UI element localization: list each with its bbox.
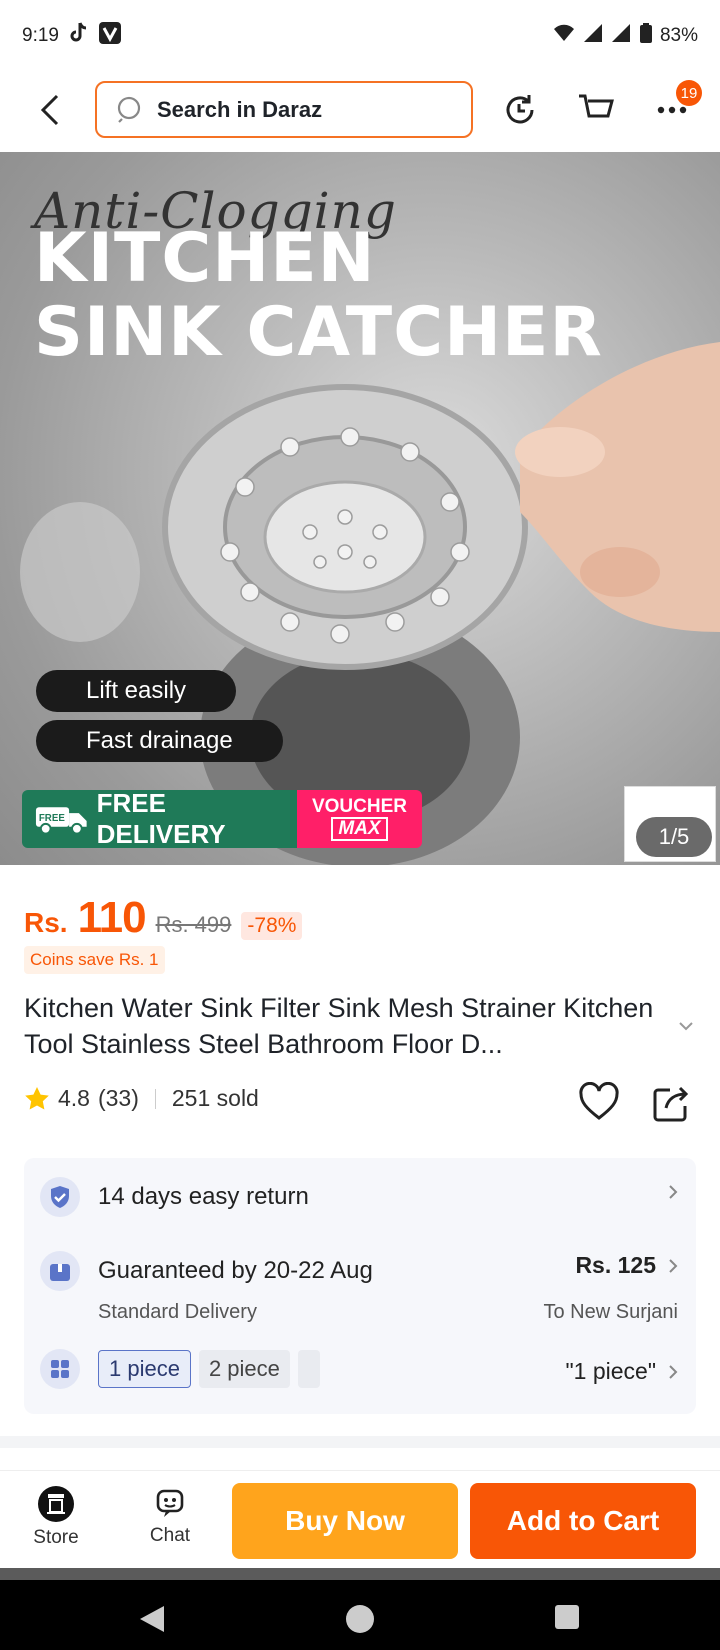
- hero-title-line1: KITCHEN: [34, 219, 376, 298]
- cart-icon: [579, 94, 614, 118]
- hero-title-line2: SINK CATCHER: [34, 293, 603, 372]
- price-currency: Rs.: [24, 907, 68, 938]
- cart-button[interactable]: [576, 90, 616, 130]
- chat-icon: [156, 1489, 184, 1517]
- return-policy-text: 14 days easy return: [98, 1183, 309, 1210]
- voucher-max-label: VOUCHER MAX: [297, 790, 422, 848]
- store-label: Store: [33, 1527, 79, 1548]
- store-button[interactable]: Store: [16, 1485, 96, 1549]
- wifi-icon: [552, 23, 576, 49]
- chevron-right-icon: [669, 1364, 678, 1379]
- variant-row: 1 piece 2 piece: [40, 1349, 320, 1389]
- history-icon: [506, 95, 534, 124]
- review-count: (33): [97, 1085, 139, 1111]
- return-chevron: [668, 1184, 678, 1200]
- delivery-fee: Rs. 125: [575, 1252, 678, 1279]
- delivery-truck-icon: FREE: [35, 807, 87, 835]
- system-navigation-bar: [0, 1568, 720, 1650]
- selected-variant[interactable]: "1 piece": [566, 1358, 679, 1385]
- discount-badge: -78%: [241, 912, 303, 940]
- more-button[interactable]: 19: [652, 80, 702, 130]
- rating-divider: [154, 1088, 156, 1109]
- wishlist-button[interactable]: [578, 1081, 620, 1124]
- share-button[interactable]: [652, 1082, 692, 1124]
- back-button[interactable]: [30, 90, 70, 130]
- back-arrow-icon: [40, 94, 59, 126]
- share-icon: [653, 1086, 689, 1122]
- rating-row[interactable]: 4.8 (33) 251 sold: [24, 1085, 259, 1112]
- sold-count: 251 sold: [171, 1085, 259, 1111]
- delivery-location: To New Surjani: [543, 1301, 678, 1323]
- rating-value: 4.8: [58, 1085, 90, 1111]
- coins-save-badge: Coins save Rs. 1: [24, 946, 165, 974]
- battery-icon: [639, 23, 652, 49]
- signal-icon: [583, 24, 604, 48]
- original-price: Rs. 499: [155, 912, 232, 937]
- store-logo-icon: [38, 1486, 74, 1522]
- free-delivery-label: FREE FREE DELIVERY: [22, 790, 297, 848]
- delivery-price: Rs. 125: [575, 1252, 656, 1278]
- more-dots-icon: [657, 106, 687, 114]
- price-row: Rs. 110 Rs. 499 -78%: [24, 893, 303, 943]
- voucher-max-text: MAX: [331, 817, 388, 841]
- status-bar: 9:19 83%: [0, 0, 720, 72]
- top-header: Search in Daraz 19: [0, 72, 720, 152]
- section-separator: [0, 1436, 720, 1448]
- variant-chip-more[interactable]: [297, 1350, 320, 1388]
- variant-chip-1-piece[interactable]: 1 piece: [98, 1350, 191, 1388]
- free-text: FREE: [39, 813, 65, 824]
- search-input[interactable]: Search in Daraz: [95, 81, 473, 138]
- delivery-subtitle: Standard Delivery: [98, 1301, 257, 1323]
- nav-home-icon: [346, 1605, 374, 1633]
- chat-button[interactable]: Chat: [130, 1485, 210, 1547]
- battery-level: 83%: [659, 25, 698, 46]
- tiktok-icon: [69, 22, 89, 50]
- product-image[interactable]: Anti-Clogging KITCHEN SINK CATCHER Lift …: [0, 152, 720, 865]
- delivery-title: Guaranteed by 20-22 Aug: [98, 1257, 373, 1284]
- service-info-card: 14 days easy return Guaranteed by 20-22 …: [24, 1158, 696, 1414]
- expand-title-button[interactable]: [678, 1018, 694, 1036]
- notification-badge: 19: [676, 80, 702, 106]
- heart-icon: [579, 1081, 619, 1120]
- status-time: 9:19: [22, 25, 59, 46]
- return-policy-row[interactable]: 14 days easy return: [40, 1177, 309, 1217]
- variant-chip-2-piece[interactable]: 2 piece: [198, 1350, 290, 1388]
- return-shield-icon: [40, 1177, 80, 1217]
- free-delivery-banner: FREE FREE DELIVERY VOUCHER MAX: [22, 790, 422, 848]
- search-placeholder: Search in Daraz: [157, 96, 323, 122]
- image-counter: 1/5: [636, 817, 712, 857]
- delivery-box-icon: [40, 1251, 80, 1291]
- signal-icon-2: [611, 24, 632, 48]
- nav-back-icon: [140, 1606, 164, 1632]
- product-title: Kitchen Water Sink Filter Sink Mesh Stra…: [24, 993, 654, 1059]
- buy-now-button[interactable]: Buy Now: [232, 1483, 458, 1559]
- selected-variant-text: "1 piece": [565, 1358, 657, 1384]
- hero-title: KITCHEN SINK CATCHER: [34, 222, 603, 370]
- feature-pill-lift: Lift easily: [36, 670, 237, 712]
- variant-grid-icon: [40, 1349, 80, 1389]
- nav-recents-icon: [555, 1605, 579, 1629]
- current-price: 110: [77, 893, 147, 942]
- chevron-down-icon: [679, 1022, 693, 1031]
- feature-pill-drainage: Fast drainage: [36, 720, 283, 762]
- nav-back-button[interactable]: [138, 1604, 166, 1639]
- free-delivery-text: FREE DELIVERY: [96, 790, 226, 848]
- nav-home-button[interactable]: [345, 1604, 375, 1639]
- star-icon: [25, 1086, 49, 1109]
- history-button[interactable]: [500, 90, 540, 130]
- v-app-icon: [98, 22, 121, 50]
- add-to-cart-button[interactable]: Add to Cart: [470, 1483, 696, 1559]
- nav-recents-button[interactable]: [554, 1604, 580, 1635]
- chevron-right-icon: [669, 1185, 678, 1199]
- search-icon: [117, 96, 141, 123]
- delivery-row[interactable]: Guaranteed by 20-22 Aug: [40, 1251, 373, 1291]
- chevron-right-icon: [669, 1258, 678, 1273]
- voucher-text: VOUCHER: [311, 796, 407, 817]
- bottom-action-bar: Store Chat Buy Now Add to Cart: [0, 1470, 720, 1568]
- chat-label: Chat: [149, 1525, 191, 1546]
